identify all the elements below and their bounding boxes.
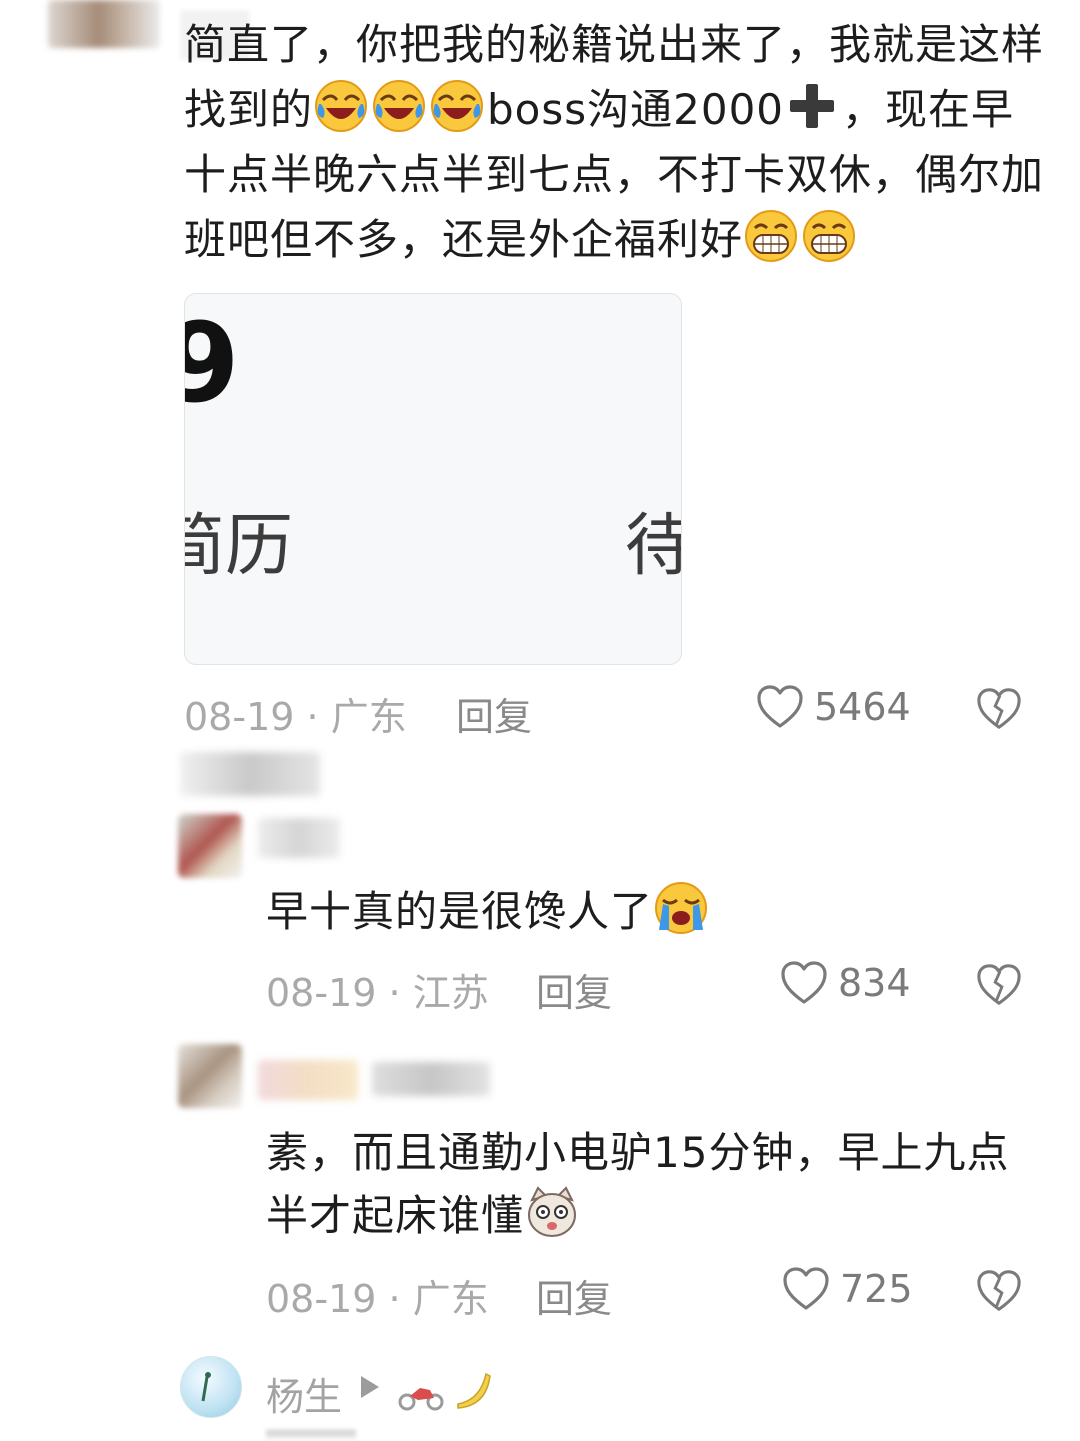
motorcycle-icon	[398, 1388, 444, 1411]
reply-date: 08-19	[266, 971, 377, 1015]
reply-text-content: 素，而且通勤小电驴15分钟，早上九点半才起床谁懂	[266, 1128, 1010, 1240]
laughing-crying-face-icon	[315, 80, 368, 132]
like-button[interactable]: 725	[782, 1266, 913, 1312]
heart-icon	[783, 1267, 829, 1310]
like-button[interactable]: 834	[780, 960, 911, 1006]
reply-button[interactable]: 回复	[536, 962, 612, 1017]
heart-icon	[781, 961, 827, 1004]
grinning-face-icon	[803, 210, 856, 262]
reply-button[interactable]: 回复	[456, 686, 532, 741]
reply-meta: 08-19 · 江苏	[266, 971, 489, 1015]
reply-text: 早十真的是很馋人了	[266, 880, 1046, 943]
reply-text-content: 早十真的是很馋人了	[266, 887, 654, 936]
comment-text: 简直了，你把我的秘籍说出来了，我就是这样找到的 boss沟通2000 ，现在早十…	[184, 12, 1044, 272]
image-right-text: 待	[625, 490, 681, 589]
avatar[interactable]	[180, 1356, 242, 1418]
like-button[interactable]: 5464	[756, 684, 911, 730]
avatar[interactable]	[48, 0, 160, 48]
laughing-crying-face-icon	[431, 80, 484, 132]
laughing-crying-face-icon	[373, 80, 426, 132]
reply-date: 08-19	[266, 1277, 377, 1321]
like-count: 5464	[814, 685, 911, 729]
like-count: 834	[838, 961, 911, 1005]
reply-location: 江苏	[412, 971, 489, 1015]
banana-icon	[457, 1372, 491, 1409]
comment-text-part-2: boss沟通2000	[487, 85, 785, 134]
heart-icon	[757, 685, 803, 728]
plus-icon	[790, 84, 835, 128]
loudly-crying-face-icon	[655, 882, 708, 934]
truncated-text	[266, 1430, 356, 1441]
comment-location: 广东	[330, 695, 407, 739]
avatar-figure-icon	[201, 1372, 211, 1402]
play-icon	[361, 1376, 379, 1398]
reply-text: 素，而且通勤小电驴15分钟，早上九点半才起床谁懂	[266, 1122, 1046, 1247]
broken-heart-icon[interactable]	[976, 1268, 1022, 1314]
image-digit: 9	[185, 299, 240, 427]
grinning-face-icon	[745, 210, 798, 262]
avatar[interactable]	[178, 814, 242, 878]
image-left-text: 简历	[185, 507, 294, 586]
username-blurred[interactable]	[258, 818, 340, 858]
username-blurred[interactable]	[258, 1060, 358, 1100]
cat-face-icon	[528, 1186, 577, 1237]
comment-image[interactable]: 9 简历 待	[184, 293, 682, 665]
comment-meta: 08-19 · 广东	[184, 695, 407, 739]
reply-button[interactable]: 回复	[536, 1268, 612, 1323]
like-count: 725	[840, 1267, 913, 1311]
broken-heart-icon[interactable]	[976, 686, 1022, 732]
avatar[interactable]	[178, 1044, 242, 1108]
badge-blurred	[372, 1062, 490, 1096]
reply-meta: 08-19 · 广东	[266, 1277, 489, 1321]
broken-heart-icon[interactable]	[976, 962, 1022, 1008]
comment-date: 08-19	[184, 695, 295, 739]
reply-location: 广东	[412, 1277, 489, 1321]
username[interactable]: 杨生	[266, 1366, 342, 1421]
blurred-link[interactable]	[180, 752, 320, 796]
